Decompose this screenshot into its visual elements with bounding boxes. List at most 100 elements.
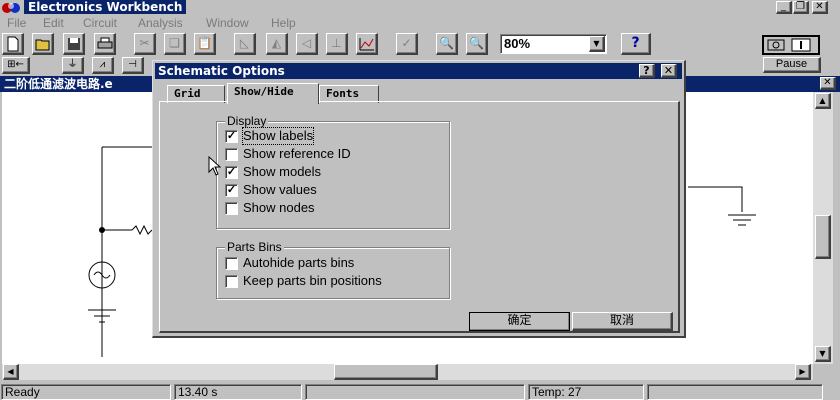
diodes-bin-button[interactable]: ⊣ <box>122 57 144 74</box>
flip-vertical-icon: ◭ <box>271 36 282 50</box>
menu-help[interactable]: Help <box>271 16 296 30</box>
scroll-right-button[interactable]: ▶ <box>795 364 811 380</box>
flip-vertical-button[interactable]: ◭ <box>266 33 288 55</box>
printer-icon <box>97 37 112 49</box>
status-empty-pane <box>305 384 525 400</box>
diode-icon: ⊣ <box>128 59 137 70</box>
checkbox-label: Autohide parts bins <box>243 255 355 270</box>
status-sim-time: 13.40 s <box>174 384 302 400</box>
minimize-icon: _ <box>781 1 786 12</box>
zoom-in-icon: 🔍 <box>469 36 484 50</box>
close-icon: ✕ <box>823 77 832 88</box>
copy-button[interactable]: ❏ <box>164 33 186 55</box>
checkbox[interactable] <box>225 257 238 270</box>
vertical-scroll-thumb[interactable] <box>815 215 831 259</box>
checkbox[interactable]: ✓ <box>225 184 238 197</box>
checkbox-label: Keep parts bin positions <box>243 273 382 288</box>
power-switch-icon <box>767 38 811 52</box>
menu-bar: File Edit Circuit Analysis Window Help <box>0 15 840 32</box>
schematic-options-dialog: Schematic Options ? ✕ Grid Show/Hide Fon… <box>152 60 686 338</box>
copy-icon: ❏ <box>169 36 180 50</box>
tab-show-hide[interactable]: Show/Hide <box>227 83 319 104</box>
checkbox-label: Show models <box>243 164 322 179</box>
flip-horizontal-button[interactable]: ◁ <box>296 33 318 55</box>
rotate-icon: ◺ <box>239 36 250 50</box>
new-button[interactable] <box>2 33 24 55</box>
app-titlebar: Electronics Workbench _ ❐ ✕ <box>0 0 840 15</box>
zoom-select[interactable]: 80% ▼ <box>500 34 607 54</box>
arrow-down-icon: ▼ <box>819 349 826 358</box>
checkbox[interactable] <box>225 148 238 161</box>
checkbox-label: Show nodes <box>243 200 315 215</box>
graph-button[interactable] <box>356 33 378 55</box>
parts-bins-group: Parts Bins Autohide parts bins Keep part… <box>216 240 450 299</box>
close-icon: ✕ <box>663 64 674 77</box>
status-temperature: Temp: 27 <box>528 384 644 400</box>
arrow-up-icon: ▲ <box>819 96 826 105</box>
sources-bin-button[interactable]: ⏚ <box>62 57 84 74</box>
horizontal-scroll-thumb[interactable] <box>334 364 438 380</box>
menu-analysis[interactable]: Analysis <box>138 16 183 30</box>
flip-horizontal-icon: ◁ <box>301 36 312 50</box>
checkbox[interactable] <box>225 202 238 215</box>
restore-icon: ❐ <box>796 1 805 12</box>
zoom-value: 80% <box>504 36 531 51</box>
dialog-titlebar: Schematic Options ? ✕ <box>155 63 682 79</box>
pause-button[interactable]: Pause <box>763 57 821 73</box>
checkbox-label: Show labels <box>241 127 315 145</box>
subcircuit-button[interactable]: ⊥ <box>326 33 348 55</box>
dialog-close-button[interactable]: ✕ <box>661 64 677 78</box>
menu-circuit[interactable]: Circuit <box>83 16 117 30</box>
minimize-button[interactable]: _ <box>776 1 792 14</box>
close-button[interactable]: ✕ <box>812 1 828 14</box>
junction-node <box>99 227 105 233</box>
ok-button[interactable]: 确定 <box>469 312 570 331</box>
power-switch[interactable] <box>762 35 820 55</box>
open-button[interactable] <box>32 33 54 55</box>
chevron-down-icon[interactable]: ▼ <box>589 36 605 52</box>
resistor-icon: ⩘ <box>99 59 106 70</box>
vertical-scrollbar[interactable]: ▲ ▼ <box>813 92 833 364</box>
basic-bin-button[interactable]: ⩘ <box>92 57 114 74</box>
main-toolbar: ✂ ❏ 📋 ◺ ◭ ◁ ⊥ ✓ 🔍 🔍 80% ▼ ? <box>0 33 840 57</box>
checkbox[interactable]: ✓ <box>225 130 238 143</box>
subcircuit-icon: ⊥ <box>331 36 342 50</box>
checkbox[interactable] <box>225 275 238 288</box>
document-close-button[interactable]: ✕ <box>820 77 836 90</box>
help-button[interactable]: ? <box>621 33 651 55</box>
restore-button[interactable]: ❐ <box>793 1 809 14</box>
rotate-button[interactable]: ◺ <box>234 33 256 55</box>
cancel-button[interactable]: 取消 <box>572 312 673 331</box>
paste-button[interactable]: 📋 <box>194 33 216 55</box>
scissors-icon: ✂ <box>139 36 150 50</box>
scroll-down-button[interactable]: ▼ <box>815 346 831 362</box>
menu-file[interactable]: File <box>7 16 26 30</box>
mouse-cursor-icon <box>208 156 222 176</box>
checkbox-label: Show values <box>243 182 317 197</box>
menu-window[interactable]: Window <box>206 16 249 30</box>
dialog-help-button[interactable]: ? <box>639 64 655 78</box>
checkbox[interactable]: ✓ <box>225 166 238 179</box>
display-group: Display ✓ Show labels Show reference ID … <box>216 114 450 229</box>
new-file-icon <box>7 36 18 52</box>
scroll-left-button[interactable]: ◀ <box>3 364 19 380</box>
show-hide-tab-panel: Display ✓ Show labels Show reference ID … <box>159 101 680 333</box>
zoom-out-icon: 🔍 <box>439 36 454 50</box>
parts-bin-icon: ⊞← <box>7 59 24 70</box>
open-folder-icon <box>35 39 49 51</box>
clipboard-icon: 📋 <box>197 36 212 50</box>
component-properties-button[interactable]: ✓ <box>396 33 418 55</box>
save-button[interactable] <box>63 33 85 55</box>
app-title: Electronics Workbench <box>24 0 187 14</box>
checkmark-pen-icon: ✓ <box>401 36 412 50</box>
cut-button[interactable]: ✂ <box>134 33 156 55</box>
favorites-bin-button[interactable]: ⊞← <box>2 57 30 74</box>
help-icon: ? <box>643 64 650 77</box>
arrow-right-icon: ▶ <box>799 367 806 376</box>
menu-edit[interactable]: Edit <box>43 16 64 30</box>
zoom-out-button[interactable]: 🔍 <box>436 33 458 55</box>
zoom-in-button[interactable]: 🔍 <box>466 33 488 55</box>
horizontal-scrollbar[interactable]: ◀ ▶ <box>2 364 813 380</box>
scroll-up-button[interactable]: ▲ <box>815 93 831 109</box>
print-button[interactable] <box>94 33 116 55</box>
